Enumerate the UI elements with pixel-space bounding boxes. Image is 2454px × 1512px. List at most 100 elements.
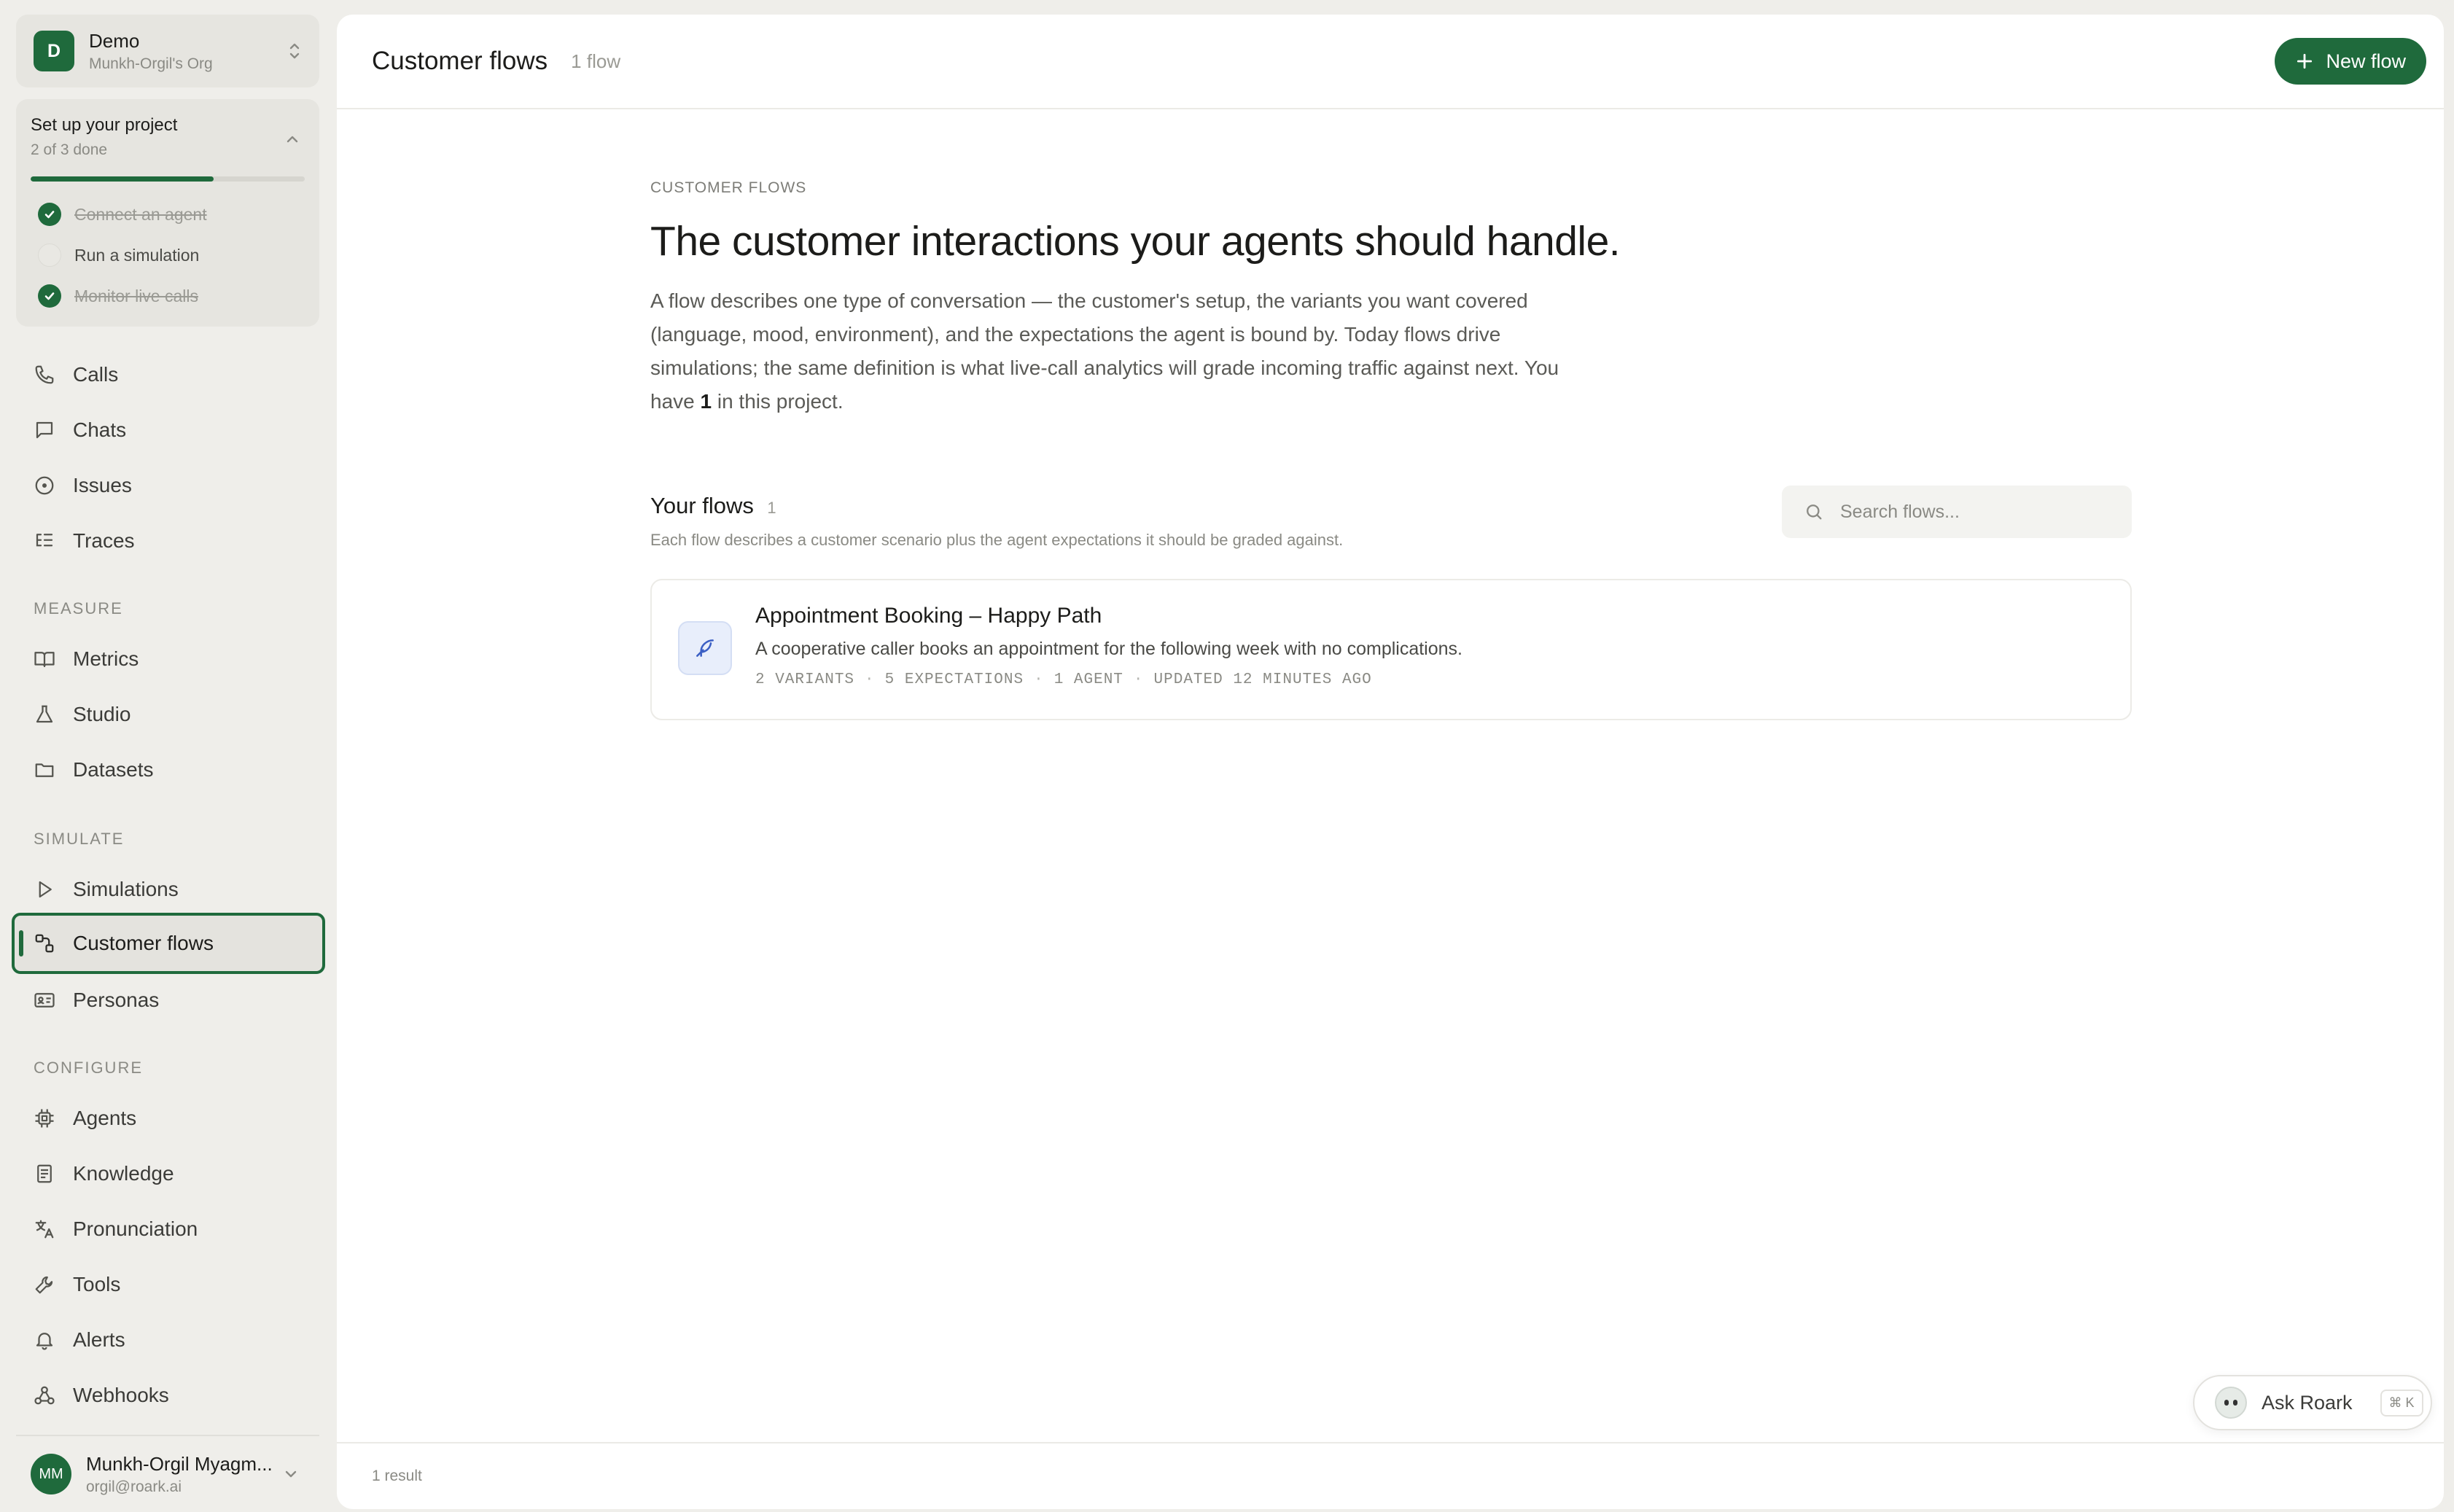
sidebar-item-label: Issues	[73, 474, 132, 496]
sidebar-item-label: Traces	[73, 529, 135, 552]
chat-bubble-icon	[36, 421, 53, 439]
flow-updated: UPDATED 12 MINUTES AGO	[1153, 671, 1372, 688]
results-footer: 1 result	[337, 1442, 2444, 1509]
intro-count-value: 1	[700, 390, 712, 413]
new-flow-button[interactable]: New flow	[2275, 38, 2426, 85]
page-header: Customer flows 1 flow New flow	[337, 15, 2444, 109]
sidebar-item-pronunciation[interactable]: Pronunciation	[12, 1199, 325, 1260]
setup-title: Set up your project	[31, 115, 178, 135]
sidebar-item-metrics[interactable]: Metrics	[12, 628, 325, 690]
flow-route-icon	[35, 934, 54, 953]
sidebar-item-label: Webhooks	[73, 1384, 169, 1406]
sidebar-item-label: Customer flows	[73, 932, 214, 954]
plus-icon	[2297, 53, 2313, 69]
webhook-icon	[34, 1386, 55, 1405]
book-open-icon	[34, 652, 55, 668]
sidebar-item-datasets[interactable]: Datasets	[12, 739, 325, 800]
content: CUSTOMER FLOWS The customer interactions…	[650, 179, 2132, 720]
search-box[interactable]	[1782, 486, 2132, 538]
setup-progress-fill	[31, 176, 214, 182]
flows-count: 1	[767, 499, 776, 517]
sidebar-item-tools[interactable]: Tools	[12, 1254, 325, 1315]
feather-icon	[678, 621, 732, 675]
sidebar-item-label: Alerts	[73, 1328, 125, 1351]
user-name: Munkh-Orgil Myagm...	[86, 1452, 273, 1475]
headline: The customer interactions your agents sh…	[650, 218, 1621, 265]
sidebar-item-label: Pronunciation	[73, 1217, 198, 1240]
setup-step-label: Monitor live calls	[74, 286, 198, 305]
flows-header: Your flows 1 Each flow describes a custo…	[650, 486, 2132, 550]
sidebar-item-issues[interactable]: Issues	[12, 455, 325, 516]
chevron-up-down-icon	[289, 43, 300, 59]
sidebar-item-label: Datasets	[73, 758, 154, 781]
bell-icon	[36, 1333, 53, 1350]
setup-step-monitor-calls[interactable]: Monitor live calls	[38, 276, 207, 316]
flow-text: Appointment Booking – Happy Path A coope…	[755, 602, 1462, 688]
new-flow-label: New flow	[2326, 50, 2406, 72]
cpu-icon	[35, 1109, 54, 1128]
ask-roark-label: Ask Roark	[2262, 1391, 2353, 1414]
search-input[interactable]	[1840, 501, 2117, 523]
ask-roark-button[interactable]: Ask Roark ⌘ K	[2193, 1375, 2432, 1430]
section-label-measure: MEASURE	[34, 599, 123, 617]
org-text: Demo Munkh-Orgil's Org	[89, 30, 287, 73]
circle-dot-icon	[35, 476, 54, 495]
eyebrow: CUSTOMER FLOWS	[650, 179, 807, 196]
check-circle-icon	[38, 284, 61, 308]
setup-step-label: Run a simulation	[74, 245, 200, 265]
user-menu[interactable]: MM Munkh-Orgil Myagm... orgil@roark.ai	[16, 1435, 319, 1512]
sidebar-item-label: Tools	[73, 1273, 121, 1295]
intro-description-text: A flow describes one type of conversatio…	[650, 289, 1528, 379]
document-icon	[37, 1164, 52, 1183]
sidebar-item-label: Studio	[73, 703, 131, 725]
user-email: orgil@roark.ai	[86, 1478, 182, 1495]
org-avatar: D	[34, 31, 74, 71]
meta-separator: ·	[865, 671, 875, 688]
flow-card[interactable]: Appointment Booking – Happy Path A coope…	[650, 579, 2132, 720]
sidebar-item-agents[interactable]: Agents	[12, 1088, 325, 1149]
translate-icon	[35, 1220, 54, 1239]
sidebar-item-calls[interactable]: Calls	[12, 344, 325, 405]
org-subtitle: Munkh-Orgil's Org	[89, 55, 213, 72]
section-label-simulate: SIMULATE	[34, 830, 125, 848]
flows-title: Your flows	[650, 493, 754, 518]
sidebar-item-alerts[interactable]: Alerts	[12, 1309, 325, 1371]
sidebar-item-label: Chats	[73, 418, 127, 441]
sidebar-item-knowledge[interactable]: Knowledge	[12, 1143, 325, 1204]
sidebar-item-simulations[interactable]: Simulations	[12, 859, 325, 920]
org-switcher[interactable]: D Demo Munkh-Orgil's Org	[16, 15, 319, 87]
page-title: Customer flows	[372, 47, 548, 75]
roark-face-icon	[2215, 1387, 2247, 1419]
wrench-icon	[35, 1276, 53, 1294]
sidebar-item-chats[interactable]: Chats	[12, 400, 325, 461]
result-count: 1 result	[372, 1468, 422, 1484]
id-card-icon	[34, 993, 55, 1008]
keyboard-shortcut: ⌘ K	[2380, 1389, 2423, 1416]
user-text: Munkh-Orgil Myagm... orgil@roark.ai	[86, 1453, 283, 1496]
sidebar: D Demo Munkh-Orgil's Org Set up your pro…	[0, 0, 337, 1512]
play-icon	[39, 881, 52, 898]
sidebar-item-personas[interactable]: Personas	[12, 970, 325, 1031]
setup-step-run-simulation[interactable]: Run a simulation	[38, 235, 207, 276]
flow-variants: 2 VARIANTS	[755, 671, 855, 688]
sidebar-item-traces[interactable]: Traces	[12, 510, 325, 572]
flow-agents: 1 AGENT	[1053, 671, 1123, 688]
setup-steps: Connect an agent Run a simulation Monito…	[38, 194, 207, 316]
flow-description: A cooperative caller books an appointmen…	[755, 639, 1462, 659]
org-name: Demo	[89, 29, 140, 52]
sidebar-item-label: Personas	[73, 989, 160, 1011]
sidebar-item-customer-flows[interactable]: Customer flows	[12, 913, 325, 974]
sidebar-item-studio[interactable]: Studio	[12, 684, 325, 745]
section-label-configure: CONFIGURE	[34, 1059, 143, 1077]
setup-progress-bar	[31, 176, 305, 182]
chevron-up-icon[interactable]	[284, 131, 300, 147]
intro-description: A flow describes one type of conversatio…	[650, 284, 1598, 418]
setup-step-connect-agent[interactable]: Connect an agent	[38, 194, 207, 235]
sidebar-item-label: Simulations	[73, 878, 179, 900]
sidebar-item-label: Agents	[73, 1107, 137, 1129]
intro-count-suffix: in this project.	[712, 390, 844, 413]
sidebar-item-label: Metrics	[73, 647, 139, 670]
flow-meta: 2 VARIANTS · 5 EXPECTATIONS · 1 AGENT · UPDATE…	[755, 671, 1462, 688]
flow-name: Appointment Booking – Happy Path	[755, 604, 1102, 628]
sidebar-item-webhooks[interactable]: Webhooks	[12, 1365, 325, 1426]
